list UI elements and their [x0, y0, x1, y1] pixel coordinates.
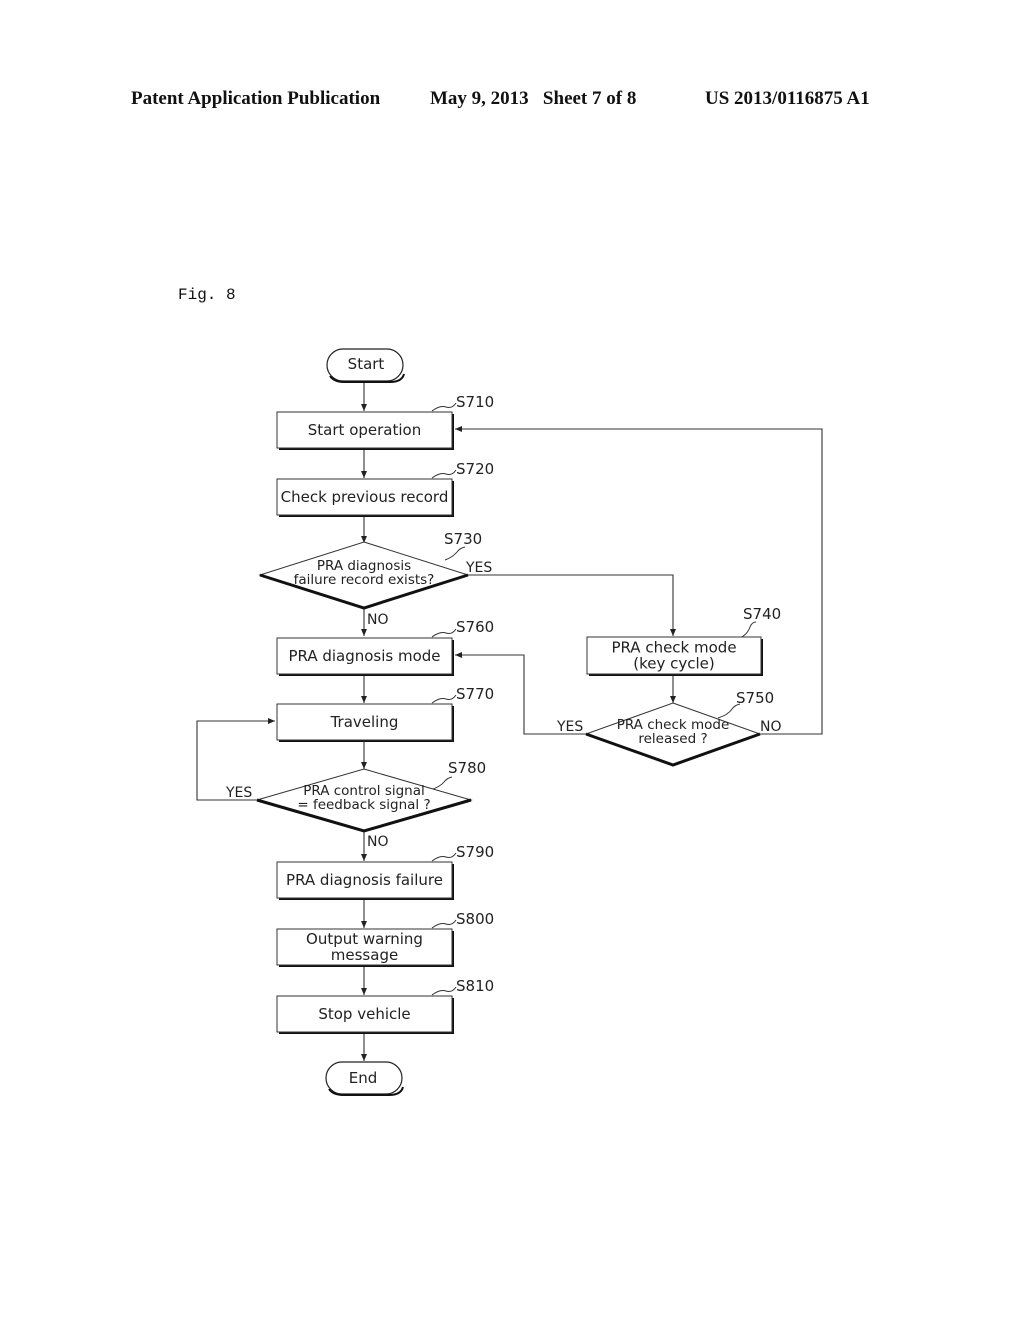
step-s770-box: Traveling S770 [276, 685, 494, 742]
step-s810-id: S810 [456, 977, 494, 995]
flowchart: Start Start operation S710 Check previous … [196, 348, 823, 1096]
step-s800-text: message [331, 946, 398, 964]
step-s740-text: (key cycle) [633, 655, 715, 673]
step-s800-box: Output warningmessageS800 [276, 910, 494, 967]
step-s810-box: Stop vehicle S810 [276, 977, 494, 1034]
step-s740-box: PRA check mode(key cycle)S740 [586, 605, 781, 676]
step-s770-text: Traveling [330, 713, 399, 731]
s750-yes-label: YES [556, 719, 583, 735]
step-s710-id: S710 [456, 393, 494, 411]
step-s760-id: S760 [456, 618, 494, 636]
step-s720-text: Check previous record [281, 488, 449, 506]
edge-s730-yes-s740 [466, 574, 676, 636]
step-s780-decision: PRA control signal= feedback signal ?S78… [255, 759, 486, 833]
step-s710-text: Start operation [308, 421, 421, 439]
step-s730-id: S730 [444, 530, 482, 548]
end-label: End [349, 1069, 378, 1087]
step-s720-id: S720 [456, 460, 494, 478]
s730-yes-label: YES [465, 560, 492, 576]
end-terminal: End [325, 1061, 404, 1096]
step-s750-text: released ? [638, 731, 707, 747]
step-s810-text: Stop vehicle [318, 1005, 410, 1023]
step-s790-text: PRA diagnosis failure [286, 871, 443, 889]
s750-no-label: NO [760, 719, 782, 735]
step-s750-id: S750 [736, 689, 774, 707]
step-s750-decision: PRA check modereleased ?S750 [584, 689, 774, 767]
step-s790-id: S790 [456, 843, 494, 861]
step-s730-text: failure record exists? [294, 572, 435, 588]
s780-no-label: NO [367, 834, 389, 850]
step-s710-box: Start operation S710 [276, 393, 494, 450]
step-s800-id: S800 [456, 910, 494, 928]
step-s770-id: S770 [456, 685, 494, 703]
step-s740-id: S740 [743, 605, 781, 623]
step-s790-box: PRA diagnosis failure S790 [276, 843, 494, 900]
step-s760-text: PRA diagnosis mode [288, 647, 440, 665]
step-s780-text: = feedback signal ? [297, 797, 430, 813]
step-s780-id: S780 [448, 759, 486, 777]
step-s730-decision: PRA diagnosisfailure record exists?S730 [258, 530, 482, 610]
s730-no-label: NO [367, 612, 389, 628]
s780-yes-label: YES [225, 785, 252, 801]
start-terminal: Start [326, 348, 405, 383]
step-s720-box: Check previous record S720 [276, 460, 494, 517]
start-label: Start [348, 355, 385, 373]
